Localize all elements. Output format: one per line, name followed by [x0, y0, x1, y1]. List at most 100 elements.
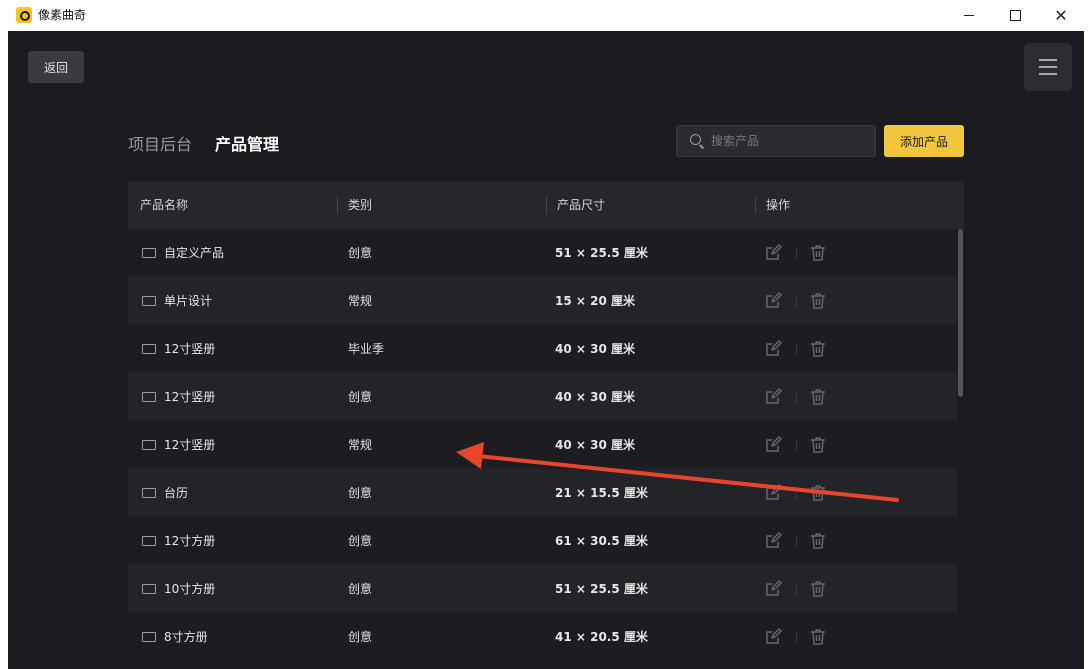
product-size: 15 × 20 厘米 [555, 294, 635, 308]
product-category: 创意 [348, 534, 373, 548]
product-size: 40 × 30 厘米 [555, 438, 635, 452]
table-row[interactable]: 10寸方册 创意 51 × 25.5 厘米 [128, 565, 957, 613]
action-divider [796, 487, 797, 499]
product-table: 产品名称 类别 产品尺寸 操作 自定义产品 创意 51 × 25.5 厘米 单片设计常… [128, 181, 964, 669]
trash-icon[interactable] [808, 243, 828, 263]
table-row[interactable]: 12寸方册 创意 61 × 30.5 厘米 [128, 517, 957, 565]
action-divider [796, 295, 797, 307]
card-icon [142, 632, 156, 642]
product-category: 创意 [348, 390, 373, 404]
action-divider [796, 535, 797, 547]
add-product-button[interactable]: 添加产品 [884, 125, 964, 157]
table-row[interactable]: 8寸方册 创意 41 × 20.5 厘米 [128, 613, 957, 661]
app-logo-icon [16, 7, 32, 23]
product-name: 12寸竖册 [164, 390, 216, 404]
edit-icon[interactable] [763, 579, 783, 599]
table-row[interactable]: 12寸竖册 创意 40 × 30 厘米 [128, 373, 957, 421]
product-size: 40 × 30 厘米 [555, 342, 635, 356]
trash-icon[interactable] [808, 291, 828, 311]
edit-icon[interactable] [763, 483, 783, 503]
action-divider [796, 631, 797, 643]
table-header: 产品名称 类别 产品尺寸 操作 [128, 181, 964, 229]
table-row[interactable]: 12寸竖册 常规 40 × 30 厘米 [128, 421, 957, 469]
card-icon [142, 344, 156, 354]
tab-product-management[interactable]: 产品管理 [215, 131, 279, 155]
trash-icon[interactable] [808, 387, 828, 407]
card-icon [142, 584, 156, 594]
trash-icon[interactable] [808, 483, 828, 503]
card-icon [142, 440, 156, 450]
product-name: 10寸方册 [164, 582, 216, 596]
product-category: 常规 [348, 438, 373, 452]
close-icon: ✕ [1054, 5, 1068, 25]
card-icon [142, 296, 156, 306]
column-header-category: 类别 [348, 198, 373, 212]
trash-icon[interactable] [808, 627, 828, 647]
product-size: 61 × 30.5 厘米 [555, 534, 648, 548]
action-divider [796, 391, 797, 403]
table-row[interactable]: 台历 创意 21 × 15.5 厘米 [128, 469, 957, 517]
card-icon [142, 536, 156, 546]
column-divider [755, 196, 756, 214]
minimize-button[interactable] [946, 0, 992, 31]
edit-icon[interactable] [763, 531, 783, 551]
maximize-icon [1009, 10, 1021, 21]
product-name: 12寸方册 [164, 534, 216, 548]
window-titlebar: 像素曲奇 ✕ [0, 0, 1092, 32]
product-size: 40 × 30 厘米 [555, 390, 635, 404]
trash-icon[interactable] [808, 339, 828, 359]
product-size: 21 × 15.5 厘米 [555, 486, 648, 500]
table-row[interactable]: 12寸竖册 毕业季 40 × 30 厘米 [128, 325, 957, 373]
column-header-actions: 操作 [766, 198, 791, 212]
product-category: 创意 [348, 486, 373, 500]
product-size: 51 × 25.5 厘米 [555, 582, 648, 596]
minimize-icon [964, 15, 974, 16]
trash-icon[interactable] [808, 531, 828, 551]
hamburger-menu-icon [1039, 73, 1057, 75]
window-title: 像素曲奇 [38, 8, 87, 22]
table-scrollbar[interactable] [958, 229, 963, 397]
search-box[interactable] [676, 125, 876, 157]
card-icon [142, 248, 156, 258]
product-name: 台历 [164, 486, 189, 500]
hamburger-menu-icon [1039, 66, 1057, 68]
edit-icon[interactable] [763, 243, 783, 263]
column-divider [546, 196, 547, 214]
product-category: 毕业季 [348, 342, 385, 356]
trash-icon[interactable] [808, 579, 828, 599]
search-input[interactable] [711, 126, 861, 156]
search-icon [690, 134, 701, 145]
edit-icon[interactable] [763, 291, 783, 311]
app-content: 返回 项目后台 产品管理 添加产品 产品名称 类别 产品尺寸 操作 自定义产品创… [8, 31, 1084, 669]
action-divider [796, 343, 797, 355]
action-divider [796, 247, 797, 259]
maximize-button[interactable] [992, 0, 1038, 31]
column-header-size: 产品尺寸 [557, 198, 606, 212]
edit-icon[interactable] [763, 387, 783, 407]
table-row[interactable]: 单片设计 常规 15 × 20 厘米 [128, 277, 957, 325]
product-name: 12寸竖册 [164, 342, 216, 356]
tab-project-backend[interactable]: 项目后台 [128, 131, 192, 155]
edit-icon[interactable] [763, 339, 783, 359]
product-name: 单片设计 [164, 294, 213, 308]
product-category: 常规 [348, 294, 373, 308]
edit-icon[interactable] [763, 435, 783, 455]
product-size: 51 × 25.5 厘米 [555, 246, 648, 260]
menu-button[interactable] [1024, 43, 1072, 91]
table-row[interactable]: 自定义产品 创意 51 × 25.5 厘米 [128, 229, 957, 277]
trash-icon[interactable] [808, 435, 828, 455]
product-category: 创意 [348, 582, 373, 596]
back-button[interactable]: 返回 [28, 51, 84, 83]
window-frame-right [1084, 31, 1092, 669]
window-frame-left [0, 31, 8, 669]
product-category: 创意 [348, 246, 373, 260]
action-divider [796, 583, 797, 595]
close-button[interactable]: ✕ [1038, 0, 1084, 31]
column-header-name: 产品名称 [140, 198, 189, 212]
edit-icon[interactable] [763, 627, 783, 647]
card-icon [142, 488, 156, 498]
column-divider [337, 196, 338, 214]
card-icon [142, 392, 156, 402]
product-name: 8寸方册 [164, 630, 208, 644]
product-size: 41 × 20.5 厘米 [555, 630, 648, 644]
